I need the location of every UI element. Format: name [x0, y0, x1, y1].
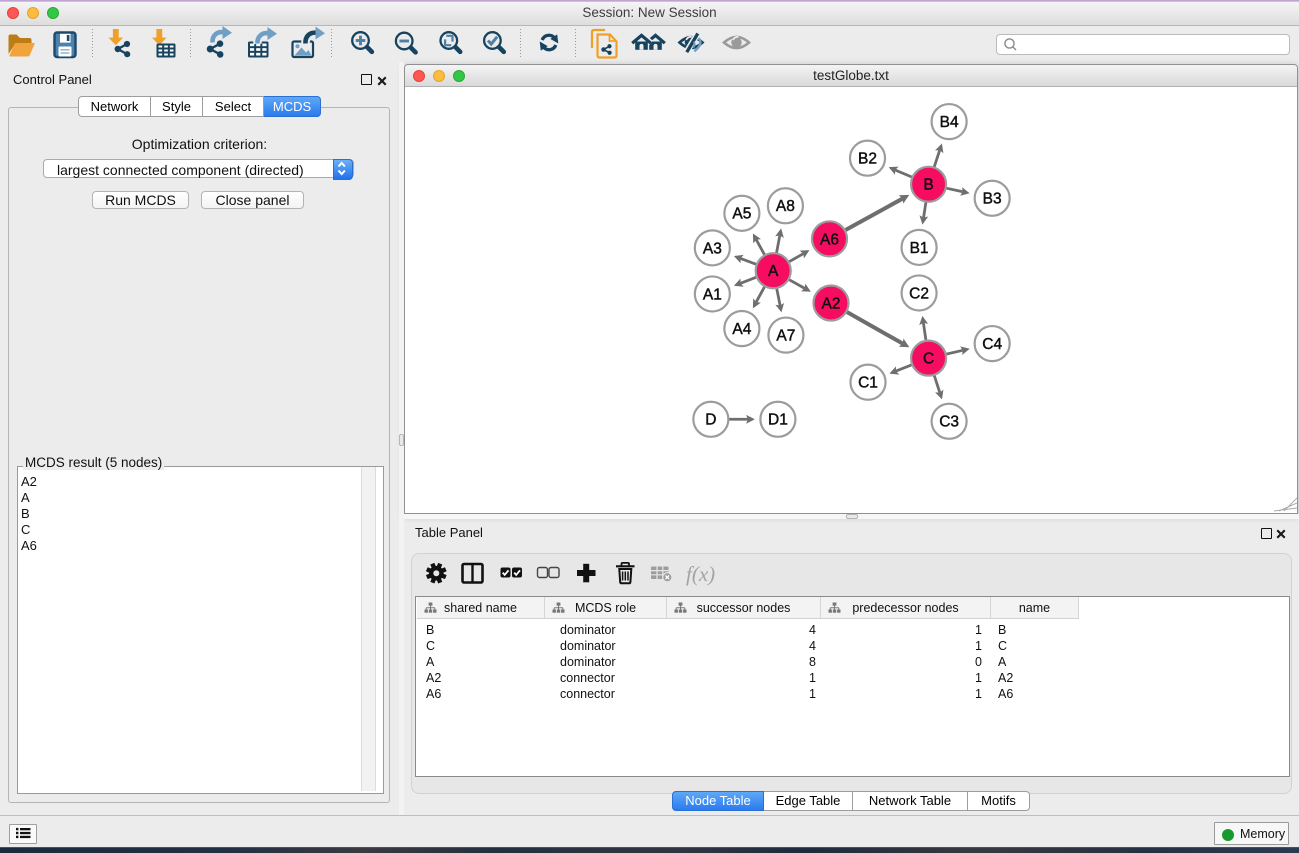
svg-text:A6: A6 — [820, 231, 839, 248]
svg-text:C: C — [923, 351, 934, 368]
svg-text:B2: B2 — [858, 151, 877, 168]
svg-text:B: B — [923, 177, 933, 194]
svg-text:A5: A5 — [732, 206, 751, 223]
svg-text:C3: C3 — [939, 414, 959, 431]
svg-text:D1: D1 — [768, 412, 788, 429]
svg-text:B1: B1 — [910, 240, 929, 257]
svg-text:A1: A1 — [703, 286, 722, 303]
svg-text:A3: A3 — [703, 240, 722, 257]
svg-text:B3: B3 — [983, 191, 1002, 208]
svg-text:C1: C1 — [858, 375, 878, 392]
svg-text:C4: C4 — [982, 336, 1002, 353]
svg-text:f(x): f(x) — [686, 562, 715, 586]
svg-text:A7: A7 — [776, 327, 795, 344]
svg-text:A: A — [768, 263, 779, 280]
svg-text:A2: A2 — [821, 295, 840, 312]
svg-text:D: D — [705, 412, 716, 429]
svg-text:C2: C2 — [909, 285, 929, 302]
svg-text:A4: A4 — [732, 321, 751, 338]
svg-text:B4: B4 — [940, 114, 959, 131]
svg-text:A8: A8 — [776, 198, 795, 215]
